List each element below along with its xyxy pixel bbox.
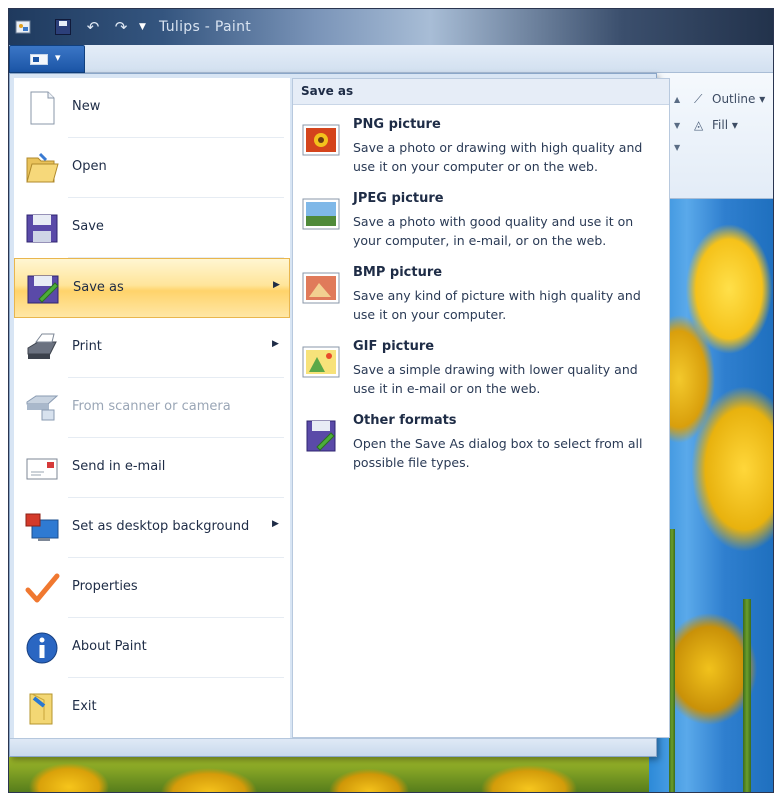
jpeg-picture-icon [302,198,340,230]
submenu-arrow-icon: ▶ [272,519,279,529]
checkmark-icon [25,573,60,603]
menu-item-save-as[interactable]: Save as ▶ [14,258,290,318]
canvas-image-bottom [9,757,649,792]
gallery-scroll-down-icon[interactable]: ▼ [674,121,680,130]
format-name: BMP picture [353,265,443,280]
menu-item-open[interactable]: Open [14,138,290,198]
format-description: Save a simple drawing with lower quality… [353,362,638,396]
desktop-background-icon [25,513,59,541]
menu-item-properties[interactable]: Properties [14,558,290,618]
paint-app-icon[interactable] [14,18,32,36]
menu-item-label: From scanner or camera [72,399,231,414]
fill-button[interactable]: ◬ Fill ▾ [694,118,738,132]
chevron-down-icon: ▾ [55,51,61,64]
format-name: GIF picture [353,339,435,354]
menu-item-new[interactable]: New [14,78,290,138]
format-name: Other formats [353,413,457,428]
png-picture-icon [302,124,340,156]
submenu-arrow-icon: ▶ [272,339,279,349]
tulip-stem [743,599,751,792]
save-as-jpeg-option[interactable]: JPEG picture Save a photo with good qual… [293,191,671,265]
open-folder-icon [26,152,59,183]
menu-item-exit[interactable]: Exit [14,678,290,738]
scanner-icon [26,395,59,421]
menu-item-send-in-email[interactable]: Send in e-mail [14,438,290,498]
title-bar: ↶ ↷ ▼ Tulips - Paint [9,9,773,45]
save-as-png-option[interactable]: PNG picture Save a photo or drawing with… [293,117,671,191]
outline-button[interactable]: ⟋ Outline ▾ [694,92,765,107]
outline-label: Outline [712,92,756,106]
gallery-scroll-up-icon[interactable]: ▲ [674,95,680,104]
menu-item-save[interactable]: Save [14,198,290,258]
menu-command-list: New Open Save Save as ▶ Print ▶ From sca… [14,78,290,738]
paint-menu-icon [30,54,48,65]
printer-icon [27,333,57,359]
menu-item-label: Open [72,159,107,174]
ribbon-tab-row [9,45,773,73]
fill-icon: ◬ [694,118,704,132]
menu-item-label: About Paint [72,639,147,654]
bmp-picture-icon [302,272,340,304]
format-description: Save a photo or drawing with high qualit… [353,140,643,174]
info-icon [26,632,58,664]
quick-save-icon[interactable] [55,19,71,35]
menu-item-from-scanner-or-camera: From scanner or camera [14,378,290,438]
exit-icon [29,693,53,725]
save-as-bmp-option[interactable]: BMP picture Save any kind of picture wit… [293,265,671,339]
other-formats-icon [306,420,336,452]
format-description: Open the Save As dialog box to select fr… [353,436,643,470]
save-as-submenu: Save as PNG picture Save a photo or draw… [292,78,670,738]
gif-picture-icon [302,346,340,378]
menu-item-label: Print [72,339,102,354]
menu-item-label: Save as [73,280,124,295]
customize-toolbar-dropdown-icon[interactable]: ▼ [139,18,151,36]
application-menu: New Open Save Save as ▶ Print ▶ From sca… [9,73,670,757]
paint-menu-button[interactable]: ▾ [9,45,85,73]
menu-item-label: Exit [72,699,97,714]
menu-item-print[interactable]: Print ▶ [14,318,290,378]
menu-item-label: New [72,99,101,114]
outline-icon: ⟋ [694,92,703,106]
menu-item-label: Set as desktop background [72,519,250,534]
menu-item-label: Save [72,219,104,234]
menu-footer [10,738,656,756]
window-title: Tulips - Paint [159,19,252,35]
gallery-expand-icon[interactable]: ▼ [674,143,680,152]
new-document-icon [30,91,55,125]
email-icon [26,458,58,480]
menu-item-about-paint[interactable]: About Paint [14,618,290,678]
save-as-header: Save as [293,79,669,105]
floppy-disk-icon [26,214,58,243]
format-description: Save a photo with good quality and use i… [353,214,634,248]
fill-label: Fill [712,118,729,132]
save-as-gif-option[interactable]: GIF picture Save a simple drawing with l… [293,339,671,413]
paint-window: ↶ ↷ ▼ Tulips - Paint ▾ ▲ ▼ ▼ ⟋ Outline ▾ … [8,8,774,793]
menu-item-label: Send in e-mail [72,459,166,474]
redo-icon[interactable]: ↷ [112,18,130,36]
save-as-other-formats-option[interactable]: Other formats Open the Save As dialog bo… [293,413,671,487]
undo-icon[interactable]: ↶ [84,18,102,36]
format-name: JPEG picture [353,191,444,206]
format-name: PNG picture [353,117,441,132]
save-as-icon [27,275,59,304]
format-description: Save any kind of picture with high quali… [353,288,641,322]
menu-item-set-as-desktop-background[interactable]: Set as desktop background ▶ [14,498,290,558]
menu-item-label: Properties [72,579,138,594]
submenu-arrow-icon: ▶ [273,280,280,290]
